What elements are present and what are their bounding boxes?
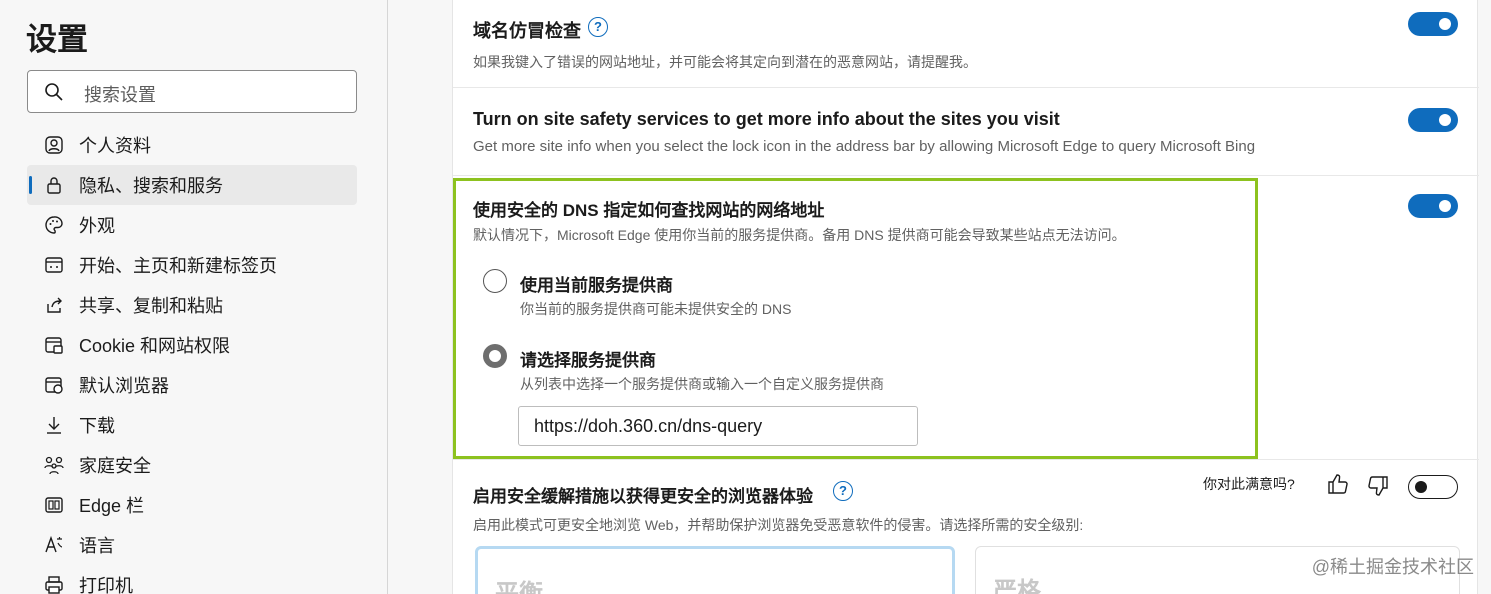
share-icon: [43, 294, 65, 316]
enhanced-desc: 启用此模式可更安全地浏览 Web，并帮助保护浏览器免受恶意软件的侵害。请选择所需…: [473, 517, 1084, 533]
family-icon: [43, 454, 65, 476]
sidebar-item-language[interactable]: 语言: [27, 525, 357, 565]
thumbs-down-icon[interactable]: [1366, 474, 1390, 498]
thumbs-up-icon[interactable]: [1326, 472, 1350, 496]
radio-current-provider-desc: 你当前的服务提供商可能未提供安全的 DNS: [520, 301, 792, 317]
typo-title: 域名仿冒检查: [473, 21, 581, 41]
sidebar-item-default-browser[interactable]: 默认浏览器: [27, 365, 357, 405]
setting-row-typo: 域名仿冒检查 ? 如果我键入了错误的网站地址，并可能会将其定向到潜在的恶意网站，…: [453, 0, 1479, 88]
dns-provider-input[interactable]: https://doh.360.cn/dns-query: [518, 406, 918, 446]
sidebar-item-printer[interactable]: 打印机: [27, 565, 357, 594]
radio-current-provider[interactable]: [483, 269, 507, 293]
radio-choose-provider[interactable]: [483, 344, 507, 368]
site-safety-toggle[interactable]: [1408, 108, 1458, 132]
sidebar-item-cookies[interactable]: Cookie 和网站权限: [27, 325, 357, 365]
sidebar-item-family[interactable]: 家庭安全: [27, 445, 357, 485]
profile-icon: [43, 134, 65, 156]
search-icon: [45, 83, 63, 101]
sidebar-title: 设置: [26, 22, 88, 57]
setting-row-site-safety: Turn on site safety services to get more…: [453, 88, 1479, 176]
radio-current-provider-label: 使用当前服务提供商: [520, 276, 673, 295]
settings-sidebar: 设置 搜索设置 个人资料 隐私、搜索和服务 外观 开始、主页和新建标签页 共享、…: [0, 0, 388, 594]
sidebar-nav: 个人资料 隐私、搜索和服务 外观 开始、主页和新建标签页 共享、复制和粘贴 Co…: [27, 125, 357, 594]
sidebar-item-privacy[interactable]: 隐私、搜索和服务: [27, 165, 357, 205]
watermark: @稀土掘金技术社区: [1311, 557, 1474, 577]
help-icon[interactable]: ?: [588, 17, 608, 37]
sidebar-item-appearance[interactable]: 外观: [27, 205, 357, 245]
security-level-balanced[interactable]: 平衡: [475, 546, 955, 594]
search-input[interactable]: 搜索设置: [27, 70, 357, 113]
enhanced-title: 启用安全缓解措施以获得更安全的浏览器体验: [473, 487, 813, 506]
dns-title: 使用安全的 DNS 指定如何查找网站的网络地址: [473, 201, 825, 220]
help-icon[interactable]: ?: [833, 481, 853, 501]
strict-label: 严格: [993, 578, 1041, 594]
search-placeholder: 搜索设置: [84, 85, 156, 105]
feedback-label: 你对此满意吗?: [1203, 476, 1295, 492]
balanced-label: 平衡: [495, 580, 543, 594]
sidebar-item-downloads[interactable]: 下载: [27, 405, 357, 445]
site-safety-desc: Get more site info when you select the l…: [473, 138, 1256, 155]
language-icon: [43, 534, 65, 556]
browser-icon: [43, 374, 65, 396]
sidebar-item-start-home[interactable]: 开始、主页和新建标签页: [27, 245, 357, 285]
lock-icon: [43, 174, 65, 196]
enhanced-toggle[interactable]: [1408, 475, 1458, 499]
settings-content: 域名仿冒检查 ? 如果我键入了错误的网站地址，并可能会将其定向到潜在的恶意网站，…: [452, 0, 1479, 594]
palette-icon: [43, 214, 65, 236]
typo-toggle[interactable]: [1408, 12, 1458, 36]
edge-bar-icon: [43, 494, 65, 516]
sidebar-item-share[interactable]: 共享、复制和粘贴: [27, 285, 357, 325]
home-tab-icon: [43, 254, 65, 276]
dns-toggle[interactable]: [1408, 194, 1458, 218]
site-permissions-icon: [43, 334, 65, 356]
radio-choose-provider-label: 请选择服务提供商: [520, 351, 656, 370]
sidebar-item-profile[interactable]: 个人资料: [27, 125, 357, 165]
download-icon: [43, 414, 65, 436]
sidebar-item-edge-bar[interactable]: Edge 栏: [27, 485, 357, 525]
printer-icon: [43, 574, 65, 594]
dns-desc: 默认情况下，Microsoft Edge 使用你当前的服务提供商。备用 DNS …: [473, 227, 1126, 243]
site-safety-title: Turn on site safety services to get more…: [473, 109, 1060, 129]
radio-choose-provider-desc: 从列表中选择一个服务提供商或输入一个自定义服务提供商: [520, 376, 884, 392]
typo-desc: 如果我键入了错误的网站地址，并可能会将其定向到潜在的恶意网站，请提醒我。: [473, 54, 977, 70]
